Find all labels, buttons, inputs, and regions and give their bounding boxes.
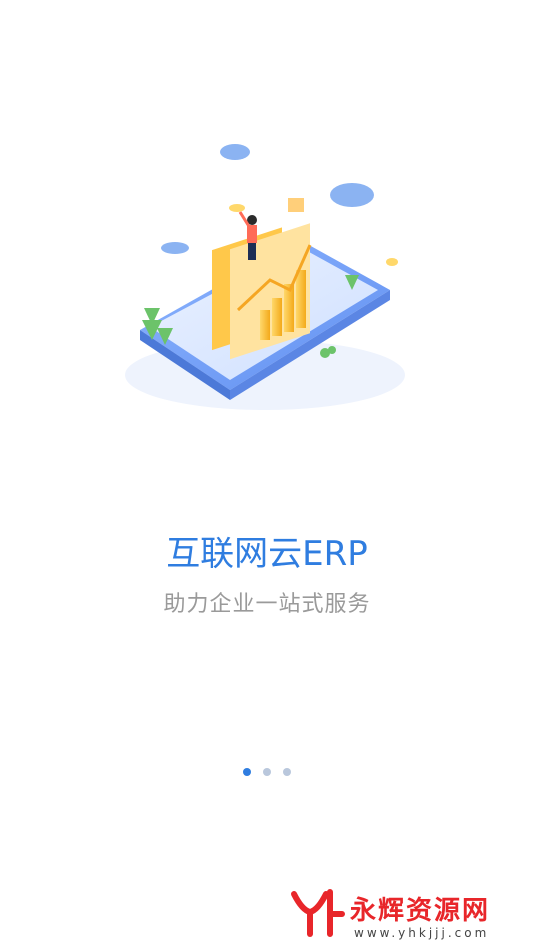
watermark-brand: 永辉资源网 <box>350 896 491 926</box>
onboarding-subtitle: 助力企业一站式服务 <box>163 592 371 617</box>
page-dot-3[interactable] <box>283 768 291 776</box>
watermark-url: www.yhkjjj.com <box>354 926 490 940</box>
page-indicator <box>0 768 534 776</box>
onboarding-illustration <box>120 120 420 430</box>
watermark: 永辉资源网 www.yhkjjj.com <box>288 888 518 944</box>
page-dot-2[interactable] <box>263 768 271 776</box>
onboarding-title: 互联网云ERP <box>166 534 368 574</box>
watermark-logo-icon <box>291 889 345 937</box>
page-dot-1[interactable] <box>243 768 251 776</box>
